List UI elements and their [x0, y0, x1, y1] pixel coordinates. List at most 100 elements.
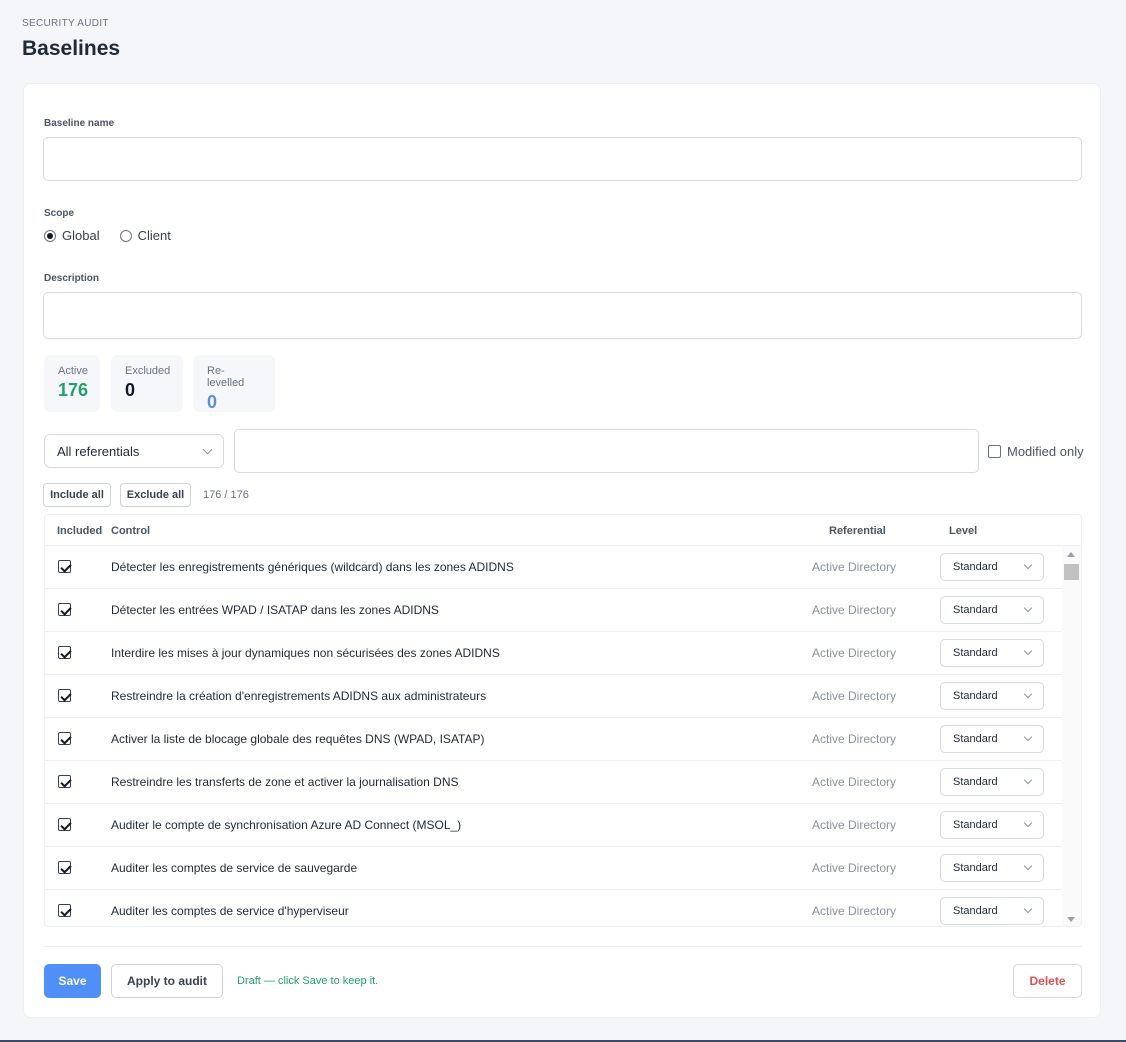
control-name: Activer la liste de blocage globale des … — [111, 732, 485, 746]
referential-name: Active Directory — [812, 603, 897, 617]
level-value: Standard — [953, 905, 998, 917]
stat-excluded: Excluded 0 — [111, 355, 183, 412]
level-select[interactable]: Standard — [940, 811, 1044, 839]
level-select[interactable]: Standard — [940, 553, 1044, 581]
stat-active-label: Active — [58, 365, 88, 377]
selection-count: 176 / 176 — [203, 489, 249, 501]
level-select[interactable]: Standard — [940, 768, 1044, 796]
scope-global-label: Global — [62, 228, 100, 243]
stat-active: Active 176 — [44, 355, 100, 412]
table-row: Auditer les comptes de service d'hypervi… — [45, 890, 1063, 926]
level-select[interactable]: Standard — [940, 682, 1044, 710]
table-row: Interdire les mises à jour dynamiques no… — [45, 632, 1063, 675]
referential-select[interactable]: All referentials — [44, 434, 224, 468]
save-button[interactable]: Save — [44, 964, 101, 998]
scope-global-radio[interactable] — [44, 229, 56, 242]
table-row: Détecter les enregistrements génériques … — [45, 546, 1063, 589]
control-name: Auditer les comptes de service de sauveg… — [111, 861, 358, 875]
draft-status: Draft — click Save to keep it. — [237, 975, 379, 987]
scope-label: Scope — [44, 208, 75, 219]
scroll-up-icon[interactable] — [1067, 552, 1075, 557]
column-included: Included — [57, 525, 103, 537]
stat-active-value: 176 — [58, 380, 89, 400]
table-row: Détecter les entrées WPAD / ISATAP dans … — [45, 589, 1063, 632]
scope-client-option[interactable]: Client — [119, 228, 171, 243]
modified-only-checkbox[interactable] — [988, 445, 1001, 458]
scope-global-option[interactable]: Global — [44, 228, 100, 243]
control-name: Restreindre les transferts de zone et ac… — [111, 775, 459, 789]
include-checkbox[interactable] — [58, 646, 71, 659]
referential-name: Active Directory — [812, 560, 897, 574]
exclude-all-button[interactable]: Exclude all — [120, 483, 191, 507]
referential-select-value: All referentials — [57, 443, 140, 459]
controls-table: Included Control Referential Level Détec… — [44, 514, 1082, 927]
include-checkbox[interactable] — [58, 818, 71, 831]
control-name: Auditer les comptes de service d'hypervi… — [111, 904, 349, 918]
baseline-name-label: Baseline name — [44, 118, 115, 129]
chevron-down-icon — [1023, 560, 1033, 570]
scrollbar-thumb[interactable] — [1064, 564, 1079, 580]
level-value: Standard — [953, 690, 998, 702]
table-row: Auditer les comptes de service de sauveg… — [45, 847, 1063, 890]
chevron-down-icon — [1023, 646, 1033, 656]
level-value: Standard — [953, 819, 998, 831]
page-title: Baselines — [22, 37, 121, 60]
table-row: Auditer le compte de synchronisation Azu… — [45, 804, 1063, 847]
table-scrollbar[interactable] — [1062, 546, 1081, 926]
scope-radio-group: Global Client — [44, 228, 191, 243]
level-value: Standard — [953, 561, 998, 573]
include-checkbox[interactable] — [58, 775, 71, 788]
control-name: Interdire les mises à jour dynamiques no… — [111, 646, 500, 660]
table-row: Restreindre la création d'enregistrement… — [45, 675, 1063, 718]
chevron-down-icon — [1023, 775, 1033, 785]
table-header: Included Control Referential Level — [45, 515, 1081, 546]
control-search-input[interactable] — [234, 429, 979, 473]
description-input[interactable] — [43, 292, 1082, 339]
level-select[interactable]: Standard — [940, 596, 1044, 624]
baseline-card: Baseline name Scope Global Client Descri… — [23, 83, 1101, 1018]
chevron-down-icon — [1023, 689, 1033, 699]
control-name: Détecter les enregistrements génériques … — [111, 560, 514, 574]
level-select[interactable]: Standard — [940, 854, 1044, 882]
include-all-button[interactable]: Include all — [43, 483, 111, 507]
column-control: Control — [111, 525, 151, 537]
baseline-name-input[interactable] — [43, 137, 1082, 181]
level-value: Standard — [953, 604, 998, 616]
stat-relevelled-value: 0 — [207, 392, 218, 412]
table-row: Activer la liste de blocage globale des … — [45, 718, 1063, 761]
level-value: Standard — [953, 733, 998, 745]
control-name: Auditer le compte de synchronisation Azu… — [111, 818, 462, 832]
referential-name: Active Directory — [812, 732, 897, 746]
include-checkbox[interactable] — [58, 689, 71, 702]
referential-name: Active Directory — [812, 775, 897, 789]
level-value: Standard — [953, 776, 998, 788]
column-level: Level — [949, 525, 978, 537]
level-select[interactable]: Standard — [940, 725, 1044, 753]
chevron-down-icon — [1023, 904, 1033, 914]
modified-only-label: Modified only — [1007, 444, 1084, 459]
apply-to-audit-button[interactable]: Apply to audit — [111, 964, 223, 998]
stat-excluded-label: Excluded — [125, 365, 171, 377]
referential-name: Active Directory — [812, 861, 897, 875]
chevron-down-icon — [1023, 861, 1033, 871]
include-checkbox[interactable] — [58, 904, 71, 917]
scope-client-label: Client — [137, 228, 171, 243]
stat-excluded-value: 0 — [125, 380, 136, 400]
stat-relevelled: Re-levelled 0 — [193, 355, 275, 412]
modified-only-toggle[interactable]: Modified only — [988, 444, 1084, 459]
include-checkbox[interactable] — [58, 560, 71, 573]
scope-client-radio[interactable] — [119, 229, 132, 242]
scroll-down-icon[interactable] — [1067, 917, 1075, 922]
referential-name: Active Directory — [812, 818, 897, 832]
include-checkbox[interactable] — [58, 603, 71, 616]
include-checkbox[interactable] — [58, 861, 71, 874]
description-label: Description — [44, 273, 100, 284]
level-value: Standard — [953, 862, 998, 874]
column-referential: Referential — [829, 525, 886, 537]
delete-button[interactable]: Delete — [1013, 964, 1082, 998]
level-select[interactable]: Standard — [940, 639, 1044, 667]
chevron-down-icon — [1023, 732, 1033, 742]
include-checkbox[interactable] — [58, 732, 71, 745]
level-select[interactable]: Standard — [940, 897, 1044, 925]
footer-divider — [44, 946, 1082, 947]
